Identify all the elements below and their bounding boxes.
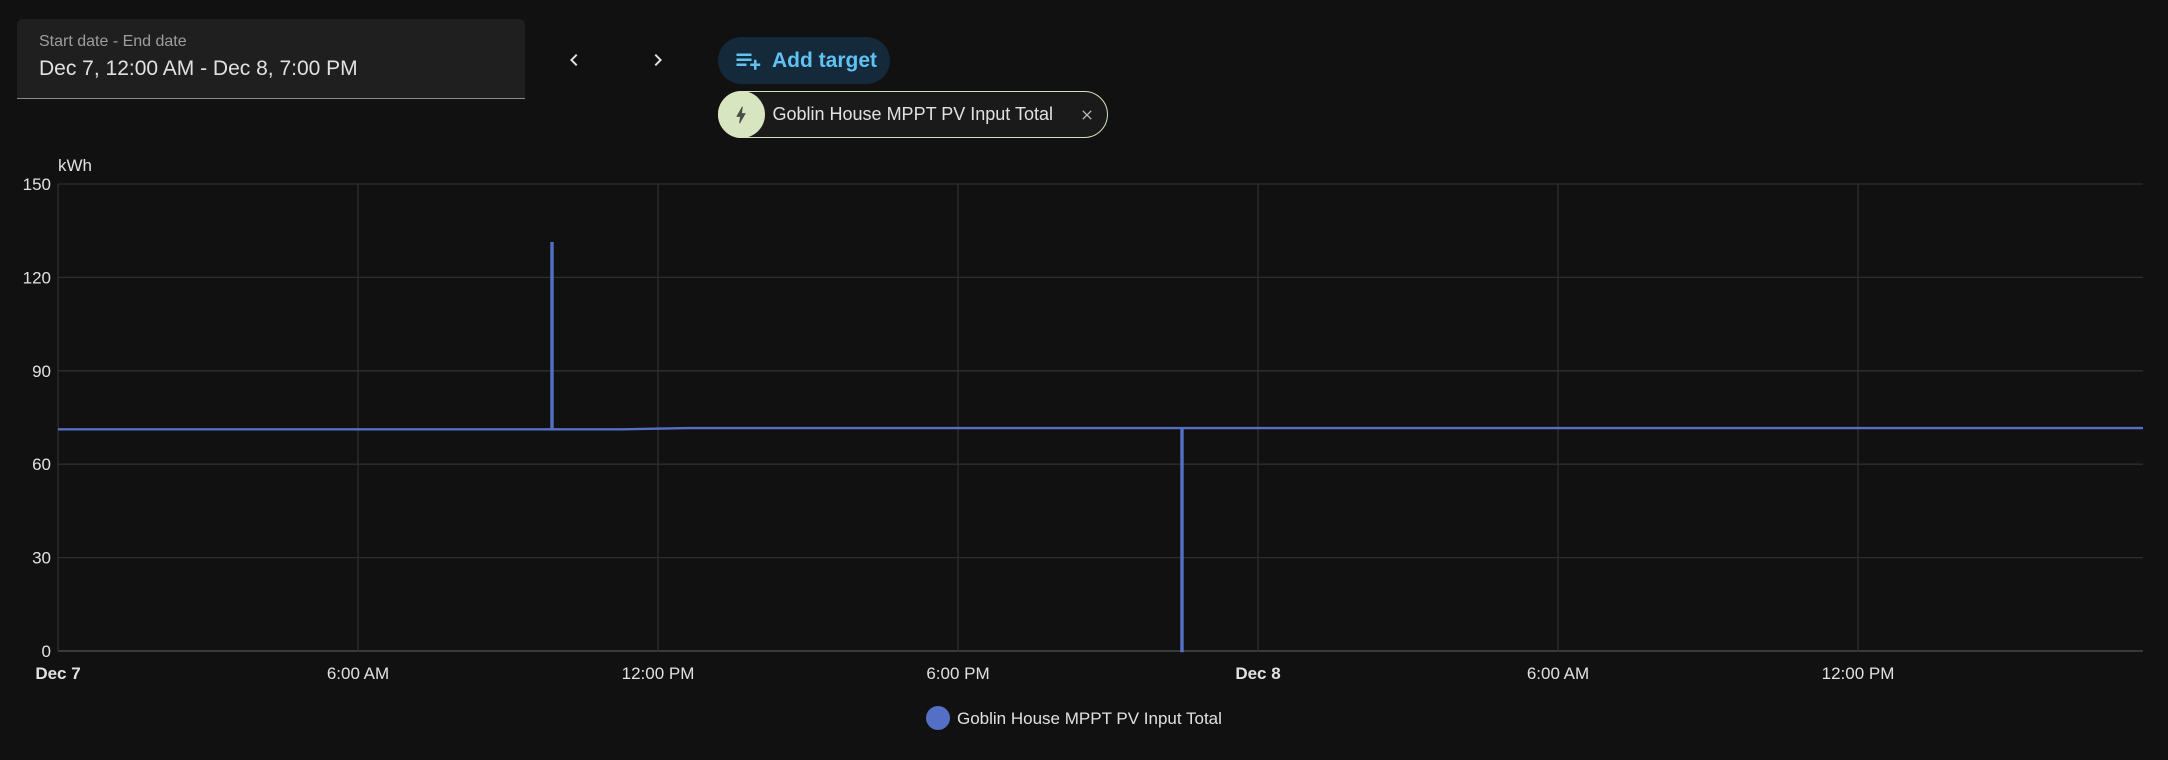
- y-tick-label: 120: [23, 268, 51, 287]
- x-tick-label: Dec 7: [35, 664, 80, 683]
- y-tick-label: 150: [23, 175, 51, 194]
- y-tick-label: 60: [32, 455, 51, 474]
- series-line: [58, 241, 2143, 653]
- x-tick-label: 6:00 AM: [327, 664, 389, 683]
- legend-marker: [926, 706, 950, 730]
- energy-chart: 0 30 60 90 120 150 Dec 7 6:00 AM 12:00 PM 6:00 PM…: [23, 156, 2143, 730]
- x-tick-label: 6:00 PM: [926, 664, 989, 683]
- y-tick-label: 90: [32, 362, 51, 381]
- x-tick-label: 12:00 PM: [622, 664, 695, 683]
- y-tick-label: 30: [32, 549, 51, 568]
- x-tick-label: Dec 8: [1235, 664, 1280, 683]
- x-tick-label: 6:00 AM: [1527, 664, 1589, 683]
- y-tick-label: 0: [42, 642, 51, 661]
- y-axis-unit: kWh: [58, 156, 92, 175]
- legend-label: Goblin House MPPT PV Input Total: [957, 709, 1222, 728]
- x-tick-label: 12:00 PM: [1822, 664, 1895, 683]
